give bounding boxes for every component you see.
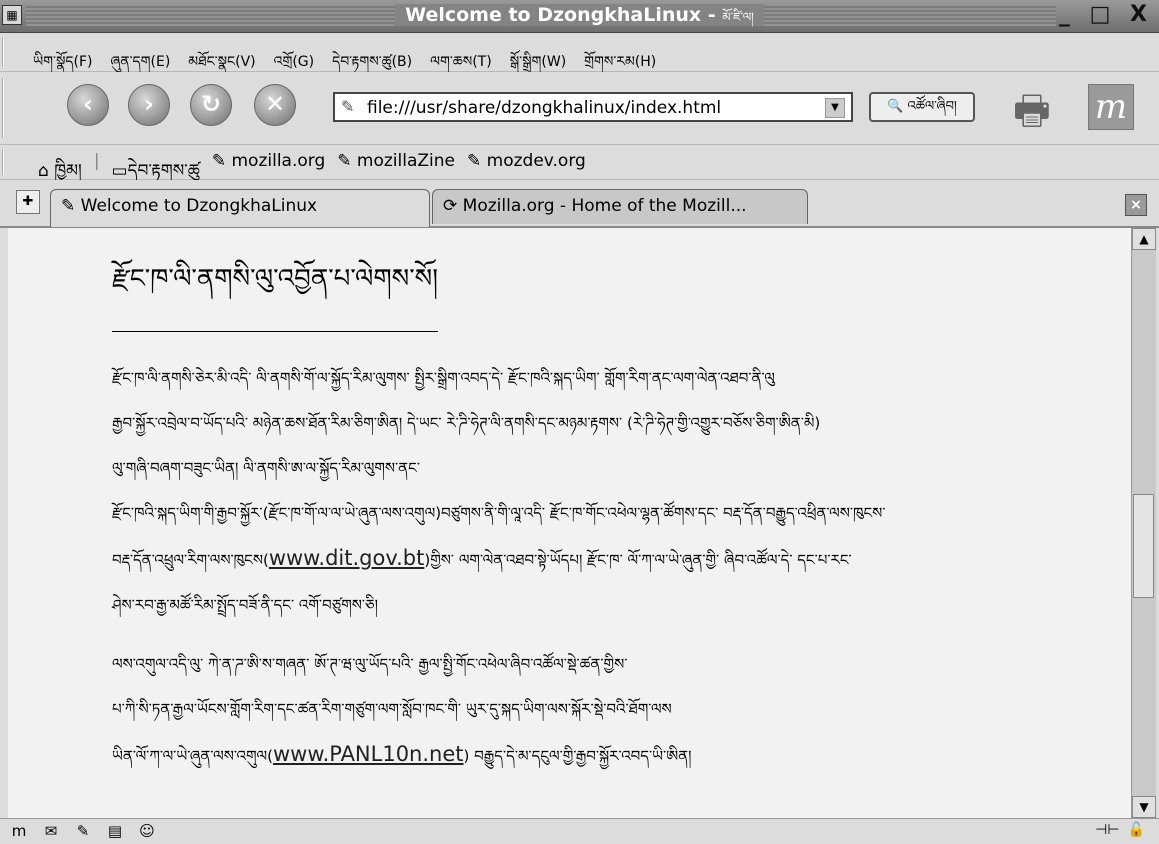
tab-mozilla[interactable]: ⟳ Mozilla.org - Home of the Mozill... — [432, 189, 808, 224]
window-titlebar[interactable]: ▦ Welcome to DzongkhaLinux - མོ་ཛི་ལ། _ … — [0, 0, 1159, 33]
composer-icon[interactable]: ✎ — [72, 822, 94, 840]
navbar-grip[interactable] — [2, 78, 12, 138]
bookmarks-folder-label: དེབ་རྟགས་ཚུ — [127, 161, 200, 181]
panl10n-link[interactable]: www.PANL10n.net — [273, 742, 464, 766]
addressbook-icon[interactable]: ▤ — [104, 822, 126, 840]
paragraph-line: ཡིན་ལོ་ཀ་ལ་ཡེ་ཞུན་ལས་འགུལ(www.PANL10n.ne… — [112, 732, 1092, 779]
bookmark-label: mozillaZine — [356, 151, 455, 171]
search-icon: 🔍 — [887, 99, 904, 114]
page-icon: ✎ — [61, 196, 76, 216]
scrollbar-thumb[interactable] — [1133, 494, 1154, 598]
security-lock-icon: 🔓 — [1127, 822, 1145, 838]
scroll-up-icon[interactable]: ▲ — [1132, 228, 1156, 250]
bookbar-grip[interactable] — [2, 149, 12, 175]
print-icon[interactable]: 🖶 — [1013, 82, 1051, 150]
bookmark-icon: ✎ — [211, 151, 227, 171]
paragraph-line: རྫོང་ཁ་ལི་ནགསི་ཅེར་མི་འདི་ ལི་ནགསི་གོ་ལ་… — [112, 369, 775, 387]
forward-button[interactable]: › — [128, 84, 170, 126]
search-button[interactable]: 🔍 འཚོལ་ཞིབ། — [869, 92, 975, 122]
url-dropdown-icon[interactable]: ▼ — [825, 98, 845, 118]
paragraph-line: ལུ་གཞི་བཞག་བཟུང་ཡིན། ལི་ནགསི་ཨ་ལ་སྐྱོད་ར… — [112, 459, 420, 477]
online-status-icon[interactable]: ⊣⊢ — [1095, 822, 1119, 838]
text-span: ཡིན་ལོ་ཀ་ལ་ཡེ་ཞུན་ལས་འགུལ( — [112, 747, 273, 765]
bookmark-icon: ✎ — [467, 151, 482, 171]
search-button-label: འཚོལ་ཞིབ། — [907, 99, 957, 114]
close-tab-icon[interactable]: × — [1125, 194, 1147, 216]
tab-welcome[interactable]: ✎ Welcome to DzongkhaLinux — [50, 189, 430, 227]
text-span: ) བརྒྱུད་དེ་མ་དངུལ་གྱི་རྒྱབ་སྐྱོར་འབད་ཡི… — [463, 747, 692, 765]
personal-toolbar: ⌂ ཁྱིམ། | ▭དེབ་རྟགས་ཚུ ✎ mozilla.org ✎ m… — [0, 145, 1159, 181]
dit-link[interactable]: www.dit.gov.bt — [269, 546, 425, 570]
tab-bar: ✚ ✎ Welcome to DzongkhaLinux ⟳ Mozilla.o… — [0, 180, 1159, 228]
url-bar[interactable]: ✎ ▼ — [333, 92, 853, 122]
navigation-toolbar: ‹ › ↻ ✕ ✎ ▼ 🔍 འཚོལ་ཞིབ། 🖶 m — [0, 72, 1159, 145]
mail-icon[interactable]: ✉ — [40, 822, 62, 840]
paragraph-line: བརྡ་དོན་འཕྲུལ་རིག་ལས་ཁུངས(www.dit.gov.bt… — [112, 536, 1092, 583]
home-label: ཁྱིམ། — [54, 161, 82, 181]
tab-label: Welcome to DzongkhaLinux — [80, 196, 318, 216]
page-heading: རྫོང་ཁ་ལི་ནགསི་ལུ་འབྱོན་པ་ལེགས་སོ། — [112, 250, 438, 332]
window-title-suffix: མོ་ཛི་ལ། — [722, 10, 754, 24]
status-bar: m ✉ ✎ ▤ ☺ ⊣⊢ 🔓 — [0, 818, 1159, 844]
page-proxy-icon: ✎ — [341, 97, 355, 116]
bookmark-label: mozdev.org — [486, 151, 586, 171]
url-input[interactable] — [365, 96, 809, 120]
menubar-grip[interactable] — [2, 37, 12, 67]
home-icon: ⌂ — [38, 161, 49, 181]
paragraph-line: རྒྱབ་སྐྱོར་འབྲེལ་བ་ཡོད་པའི་ མཉེན་ཆས་ཐོན་… — [112, 414, 821, 432]
paragraph-line: ལས་འགུལ་འདི་ལུ་ ཀེ་ན་ཌ་ཨི་ས་གཞན་ ཨོ་ཊ་ཝ་… — [112, 655, 628, 673]
irc-icon[interactable]: ☺ — [136, 822, 158, 840]
reload-button[interactable]: ↻ — [190, 84, 232, 126]
menu-bar: ཡིག་སྣོད(F) ཞུན་དག(E) མཐོང་སྣང(V) འགྲོ(G… — [0, 33, 1159, 72]
loading-icon: ⟳ — [443, 196, 458, 216]
bookmark-label: mozilla.org — [231, 151, 326, 171]
stop-button[interactable]: ✕ — [254, 84, 296, 126]
window-controls[interactable]: _ □ X — [1059, 2, 1153, 27]
vertical-scrollbar[interactable]: ▲ ▼ — [1131, 228, 1156, 818]
paragraph-line: རྫོང་ཁའི་སྐད་ཡིག་གི་རྒྱབ་སྐྱོར་(རྫོང་ཁ་ག… — [112, 504, 886, 522]
new-tab-icon[interactable]: ✚ — [16, 190, 40, 214]
bookmark-icon: ✎ — [337, 151, 352, 171]
folder-icon: ▭ — [111, 161, 128, 181]
text-span: )གྱིས་ ལག་ལེན་འཐབ་སྟེ་ཡོདཔ། རྫོང་ཁ་ ལོ་ཀ… — [424, 551, 852, 569]
tab-label: Mozilla.org - Home of the Mozill... — [462, 196, 747, 216]
back-button[interactable]: ‹ — [67, 84, 109, 126]
scroll-down-icon[interactable]: ▼ — [1132, 796, 1156, 818]
page-content: རྫོང་ཁ་ལི་ནགསི་ལུ་འབྱོན་པ་ལེགས་སོ། རྫོང་… — [8, 228, 1131, 818]
window-title-text: Welcome to DzongkhaLinux - — [405, 4, 723, 26]
mozilla-logo[interactable]: m — [1088, 84, 1134, 130]
mozilla-icon[interactable]: m — [8, 822, 30, 840]
paragraph-line: ཤེས་རབ་རྒྱ་མཚོ་རིམ་སྤྲོད་བཟོ་ནི་དང་ འགོ་… — [112, 596, 378, 614]
paragraph-line: པ་ཀི་སི་ཏན་རྒྱལ་ཡོངས་གློག་རིག་དང་ཚན་རིག་… — [112, 700, 672, 718]
text-span: བརྡ་དོན་འཕྲུལ་རིག་ལས་ཁུངས( — [112, 551, 269, 569]
